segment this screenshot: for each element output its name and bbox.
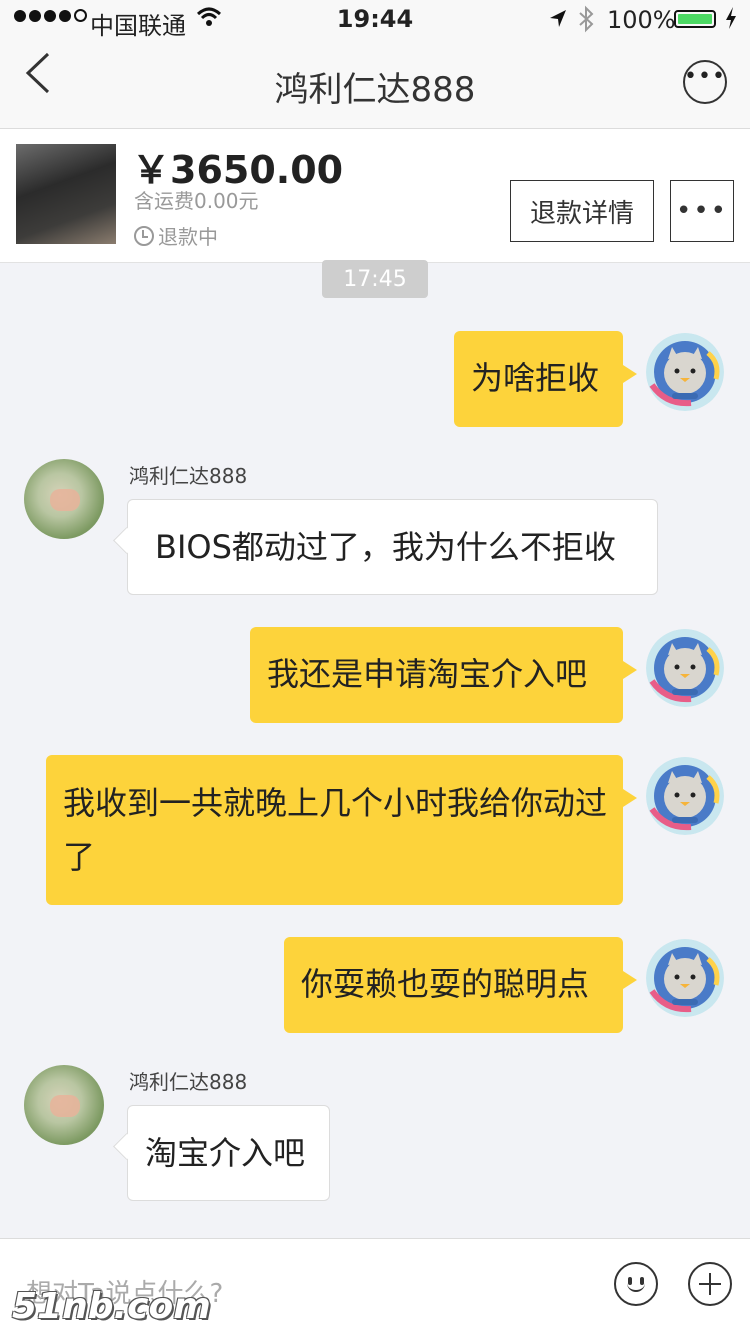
location-arrow-icon <box>548 4 568 38</box>
smiley-mouth <box>627 1280 645 1292</box>
my-message-bubble[interactable]: 我还是申请淘宝介入吧 <box>250 627 637 723</box>
my-avatar[interactable] <box>646 757 724 835</box>
order-more-button[interactable]: ••• <box>670 180 734 242</box>
charging-icon <box>724 4 738 38</box>
bluetooth-icon <box>577 4 595 40</box>
add-attachment-button[interactable] <box>688 1262 732 1306</box>
emoji-button[interactable] <box>614 1262 658 1306</box>
chat-timestamp: 17:45 <box>322 260 428 298</box>
refund-details-button[interactable]: 退款详情 <box>510 180 654 242</box>
my-message-bubble[interactable]: 你耍赖也耍的聪明点 <box>284 937 637 1033</box>
more-options-button[interactable]: ••• <box>683 60 727 104</box>
hands-photo <box>50 1095 80 1117</box>
site-watermark: 51nb.com <box>12 1286 211 1327</box>
my-message-bubble[interactable]: 为啥拒收 <box>454 331 637 427</box>
my-avatar[interactable] <box>646 333 724 411</box>
cat-avatar-icon <box>646 629 724 707</box>
battery-icon <box>674 10 716 28</box>
cat-avatar-icon <box>646 757 724 835</box>
contact-avatar[interactable] <box>24 459 104 539</box>
contact-message-bubble[interactable]: BIOS都动过了，我为什么不拒收 <box>127 499 658 595</box>
ellipsis-icon: ••• <box>684 64 726 89</box>
chat-title: 鸿利仁达888 <box>274 70 476 110</box>
contact-message-bubble[interactable]: 淘宝介入吧 <box>127 1105 330 1201</box>
status-bar: 中国联通 19:44 100% <box>0 0 750 40</box>
battery-percent: 100% <box>607 6 676 34</box>
refund-status: 退款中 <box>134 221 218 250</box>
plus-icon <box>699 1273 721 1295</box>
cat-avatar-icon <box>646 333 724 411</box>
cat-avatar-icon <box>646 939 724 1017</box>
nav-bar: 鸿利仁达888 ••• <box>0 40 750 129</box>
product-thumbnail[interactable] <box>16 144 116 244</box>
order-card: ￥3650.00 含运费0.00元 退款中 退款详情 ••• <box>0 129 750 263</box>
my-message-bubble[interactable]: 我收到一共就晚上几个小时我给你动过了 <box>46 755 637 905</box>
sender-name: 鸿利仁达888 <box>129 464 248 488</box>
shipping-fee: 含运费0.00元 <box>134 189 259 213</box>
sender-name: 鸿利仁达888 <box>129 1070 248 1094</box>
contact-avatar[interactable] <box>24 1065 104 1145</box>
clock-icon <box>134 225 154 246</box>
my-avatar[interactable] <box>646 939 724 1017</box>
my-avatar[interactable] <box>646 629 724 707</box>
hands-photo <box>50 489 80 511</box>
refund-status-label: 退款中 <box>158 225 218 249</box>
